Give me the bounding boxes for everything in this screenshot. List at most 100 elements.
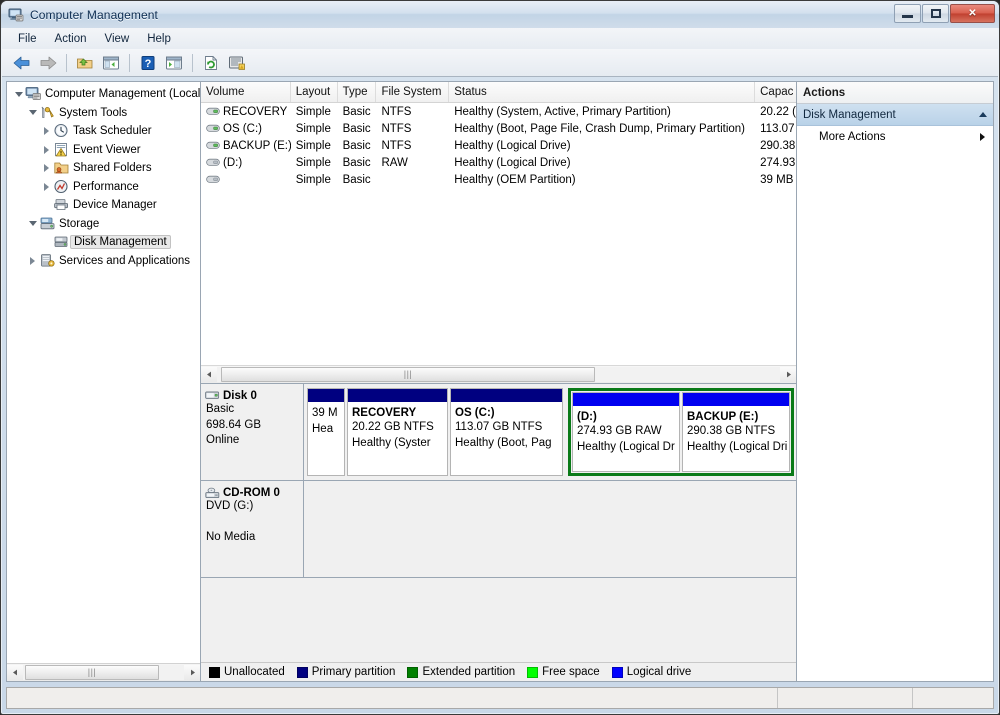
partition-oem[interactable]: 39 M Hea [307,388,345,476]
legend-swatch [296,666,308,678]
tree-node-computer-management[interactable]: Computer Management (Local [10,85,200,104]
scroll-right-button[interactable] [780,367,796,382]
up-folder-button[interactable] [73,51,97,74]
console-tree: Computer Management (Local System Tools [7,82,200,270]
cell-file-system: RAW [381,156,408,169]
table-row[interactable]: (D:) Simple Basic RAW Healthy (Logical D… [201,154,796,171]
scroll-grip-icon: ||| [403,369,413,379]
table-row[interactable]: BACKUP (E:) Simple Basic NTFS Healthy (L… [201,137,796,154]
partition-bar [308,389,344,402]
menu-file[interactable]: File [9,30,46,48]
column-header-type[interactable]: Type [338,82,377,102]
tree-horizontal-scrollbar[interactable]: ||| [7,663,200,681]
scroll-thumb[interactable]: ||| [221,367,595,382]
cell-type: Basic [342,122,371,135]
scroll-right-button[interactable] [184,665,200,680]
cell-file-system: NTFS [381,122,412,135]
tree-node-storage[interactable]: Storage [10,215,200,234]
partition-status: Healthy (Logical Dri [687,440,788,453]
tree-node-label: Disk Management [70,235,171,250]
minimize-button[interactable] [894,4,921,23]
table-row[interactable]: RECOVERY Simple Basic NTFS Healthy (Syst… [201,103,796,120]
tree-node-label: Services and Applications [59,254,191,267]
scroll-left-button[interactable] [7,665,23,680]
disk-management-icon [53,234,70,250]
table-row[interactable]: OS (C:) Simple Basic NTFS Healthy (Boot,… [201,120,796,137]
properties-button[interactable] [162,51,186,74]
partition-status: Healthy (Syster [352,436,431,449]
partition-bar [683,393,789,406]
caption-buttons: ✕ [894,4,995,23]
scroll-track[interactable]: ||| [217,367,780,382]
expander[interactable] [26,217,39,230]
column-header-layout[interactable]: Layout [291,82,338,102]
extended-partition-selected[interactable]: (D:) 274.93 GB RAW Healthy (Logical Dr B… [568,388,794,476]
chevron-right-icon[interactable] [980,133,985,141]
action-more-actions[interactable]: More Actions [797,126,993,148]
partition-backup-e[interactable]: BACKUP (E:) 290.38 GB NTFS Healthy (Logi… [682,392,790,472]
column-header-status[interactable]: Status [449,82,756,102]
sidebar-item-disk-management[interactable]: Disk Management [10,233,200,252]
event-viewer-icon [53,142,70,158]
expander[interactable] [26,106,39,119]
actions-group-disk-management[interactable]: Disk Management [797,104,993,126]
show-hide-tree-button[interactable] [99,51,123,74]
partition-bar [451,389,562,402]
help-button[interactable]: ? [136,51,160,74]
legend-item-extended-partition: Extended partition [407,666,515,678]
refresh-button[interactable] [199,51,223,74]
expander[interactable] [40,162,53,175]
tree-node-event-viewer[interactable]: Event Viewer [10,141,200,160]
partition-recovery[interactable]: RECOVERY 20.22 GB NTFS Healthy (Syster [347,388,448,476]
column-header-capacity[interactable]: Capac [755,82,796,102]
tree-node-device-manager[interactable]: Device Manager [10,196,200,215]
partition-text: RECOVERY 20.22 GB NTFS Healthy (Syster [348,402,447,451]
close-button[interactable]: ✕ [950,4,995,23]
tree-node-task-scheduler[interactable]: Task Scheduler [10,122,200,141]
legend-label: Extended partition [422,666,516,678]
scroll-grip-icon: ||| [87,667,97,677]
disk-row-disk0[interactable]: Disk 0 Basic 698.64 GB Online 39 M Hea R… [201,384,796,481]
disk-info-cdrom0[interactable]: CD-ROM 0 DVD (G:) No Media [201,481,304,578]
tree-node-performance[interactable]: Performance [10,178,200,197]
minimize-icon [902,15,913,18]
column-header-volume[interactable]: Volume [201,82,291,102]
partition-name: (D:) [577,411,597,423]
legend-swatch [527,666,539,678]
partition-bar [573,393,679,406]
tree-node-shared-folders[interactable]: Shared Folders [10,159,200,178]
toolbar: ? [2,49,998,77]
scroll-thumb[interactable]: ||| [25,665,159,680]
expander[interactable] [40,180,53,193]
forward-button[interactable] [36,51,60,74]
expander[interactable] [40,143,53,156]
table-row[interactable]: Simple Basic Healthy (OEM Partition) 39 … [201,171,796,188]
maximize-button[interactable] [922,4,949,23]
expander[interactable] [26,254,39,267]
scroll-track[interactable]: ||| [23,665,184,680]
volume-list-horizontal-scrollbar[interactable]: ||| [201,365,796,383]
expander[interactable] [40,125,53,138]
title-bar[interactable]: Computer Management ✕ [1,1,999,28]
shared-folders-icon [53,160,70,176]
cell-layout: Simple [295,122,331,135]
menu-view[interactable]: View [96,30,139,48]
rescan-disks-button[interactable] [225,51,249,74]
tree-node-system-tools[interactable]: System Tools [10,104,200,123]
tree-node-services-and-applications[interactable]: Services and Applications [10,252,200,271]
drive-raw-icon [206,157,220,168]
partition-os-c[interactable]: OS (C:) 113.07 GB NTFS Healthy (Boot, Pa… [450,388,563,476]
menu-help[interactable]: Help [138,30,180,48]
scroll-left-button[interactable] [201,367,217,382]
expander[interactable] [12,88,25,101]
column-header-file-system[interactable]: File System [376,82,450,102]
chevron-up-icon[interactable] [979,112,987,117]
cell-text: (D:) [223,156,243,169]
menu-action[interactable]: Action [46,30,96,48]
disk-row-cdrom0[interactable]: CD-ROM 0 DVD (G:) No Media [201,481,796,578]
partition-size: 20.22 GB NTFS [352,421,434,433]
back-button[interactable] [10,51,34,74]
cdrom-empty-area[interactable] [304,481,796,578]
partition-d[interactable]: (D:) 274.93 GB RAW Healthy (Logical Dr [572,392,680,472]
disk-info-disk0[interactable]: Disk 0 Basic 698.64 GB Online [201,384,304,481]
